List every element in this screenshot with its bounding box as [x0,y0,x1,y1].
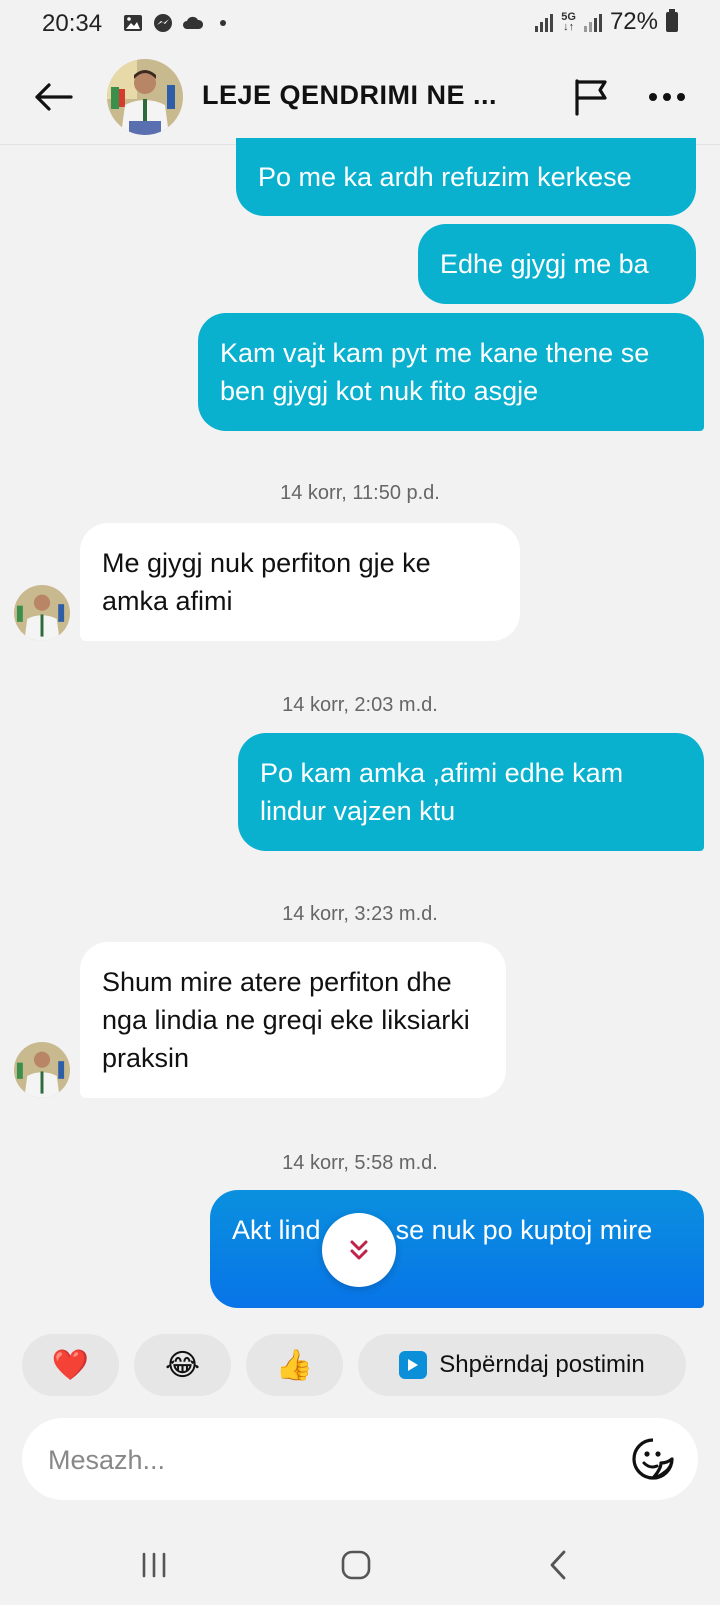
share-post-label: Shpërndaj postimin [439,1351,645,1378]
status-time: 20:34 [42,10,103,37]
dot-icon [212,12,234,34]
message-bubble-outgoing[interactable]: Edhe gjygj me ba [418,224,696,304]
messenger-icon [152,12,174,34]
chat-title[interactable]: LEJE QENDRIMI NE ... [202,80,497,111]
quick-replies: ❤️ 😂 👍 Shpërndaj postimin [0,1334,720,1396]
laughing-emoji-icon: 😂 [164,1348,201,1382]
chevron-double-down-icon [350,1240,368,1260]
scroll-to-bottom-button[interactable] [322,1213,396,1287]
back-nav-button[interactable] [528,1535,588,1595]
more-options-button[interactable] [644,74,690,120]
signal-icon [535,12,554,32]
battery-icon [666,9,678,32]
message-timestamp: 14 korr, 11:50 p.d. [280,482,440,504]
system-navigation-bar [0,1525,720,1605]
share-post-icon [399,1351,428,1379]
heart-icon: ❤️ [51,1348,90,1382]
message-bubble-incoming[interactable]: Me gjygj nuk perfiton gje ke amka afimi [80,523,520,641]
home-icon [341,1550,371,1580]
message-timestamp: 14 korr, 3:23 m.d. [282,903,438,925]
quick-reply-laugh[interactable]: 😂 [134,1334,231,1396]
status-bar: 20:34 5G ↓↑ 72% [0,0,720,52]
message-input[interactable] [46,1418,610,1502]
message-timestamp: 14 korr, 2:03 m.d. [282,694,438,716]
recents-button[interactable] [124,1535,184,1595]
sender-avatar[interactable] [14,585,70,641]
sender-avatar[interactable] [14,1042,70,1098]
quick-reply-thumbs-up[interactable]: 👍 [246,1334,343,1396]
chat-header: LEJE QENDRIMI NE ... [0,52,720,145]
message-bubble-outgoing[interactable]: Po kam amka ,afimi edhe kam lindur vajze… [238,733,704,851]
notification-icons [122,12,234,34]
more-dots-icon [649,93,685,101]
recents-icon [142,1552,166,1578]
signal-icon-2 [583,12,602,32]
cloud-icon [182,12,204,34]
message-timestamp: 14 korr, 5:58 m.d. [282,1152,438,1174]
message-bubble-outgoing[interactable]: Po me ka ardh refuzim kerkese [236,138,696,216]
gallery-icon [122,12,144,34]
back-button[interactable] [30,74,76,120]
message-bubble-outgoing[interactable]: Akt lind hua se nuk po kuptoj mire [210,1190,704,1308]
arrow-left-icon [35,83,73,111]
battery-percent: 72% [609,8,658,35]
sticker-icon [632,1438,674,1480]
thumbs-up-icon: 👍 [275,1348,314,1382]
share-post-button[interactable]: Shpërndaj postimin [358,1334,686,1396]
message-bubble-outgoing[interactable]: Kam vajt kam pyt me kane thene se ben gj… [198,313,704,431]
network-type: 5G ↓↑ [561,11,576,33]
flag-icon [575,79,607,116]
quick-reply-heart[interactable]: ❤️ [22,1334,119,1396]
home-button[interactable] [326,1535,386,1595]
report-flag-button[interactable] [568,74,614,120]
sticker-button[interactable] [630,1436,676,1482]
back-nav-icon [550,1550,566,1580]
contact-avatar[interactable] [107,59,183,135]
message-bubble-incoming[interactable]: Shum mire atere perfiton dhe nga lindia … [80,942,506,1098]
message-composer [22,1418,698,1502]
status-right: 5G ↓↑ 72% [535,8,678,36]
